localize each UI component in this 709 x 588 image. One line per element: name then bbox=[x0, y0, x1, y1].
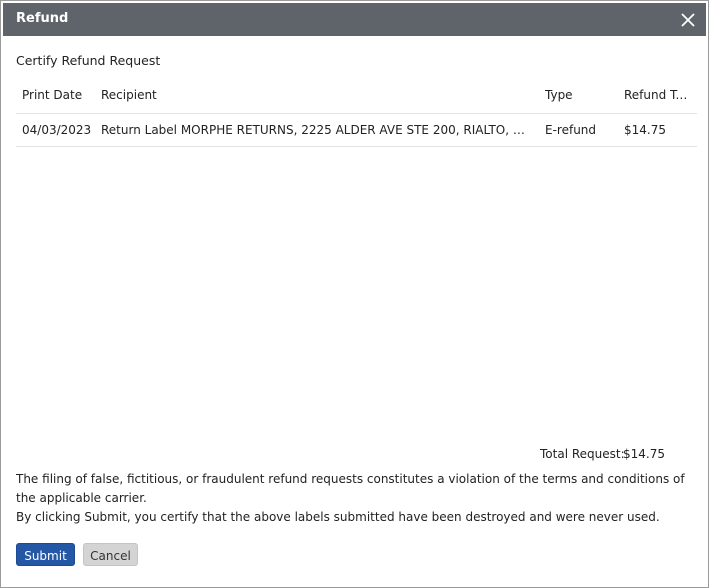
notice-line-certify: By clicking Submit, you certify that the… bbox=[16, 510, 660, 524]
total-request-label: Total Request: bbox=[540, 447, 625, 461]
cancel-button[interactable]: Cancel bbox=[83, 543, 138, 566]
total-request-value: $14.75 bbox=[623, 447, 665, 461]
dialog-titlebar: Refund bbox=[3, 3, 706, 36]
table-row[interactable]: 04/03/2023 Return Label MORPHE RETURNS, … bbox=[16, 114, 697, 147]
column-header-refund-total[interactable]: Refund To... bbox=[624, 81, 692, 110]
column-header-print-date[interactable]: Print Date bbox=[22, 81, 96, 110]
refund-dialog: Refund Certify Refund Request Print Date… bbox=[0, 0, 709, 588]
notice-line-fraud: The filing of false, fictitious, or frau… bbox=[16, 472, 685, 505]
column-header-type[interactable]: Type bbox=[545, 81, 615, 110]
close-icon bbox=[681, 13, 695, 27]
submit-button[interactable]: Submit bbox=[16, 543, 75, 566]
cell-refund-total: $14.75 bbox=[624, 123, 666, 137]
refund-table: Print Date Recipient Type Refund To... 0… bbox=[16, 81, 697, 147]
certification-notice: The filing of false, fictitious, or frau… bbox=[16, 470, 696, 527]
section-title: Certify Refund Request bbox=[16, 53, 161, 68]
column-header-recipient[interactable]: Recipient bbox=[101, 81, 533, 110]
table-header: Print Date Recipient Type Refund To... bbox=[16, 81, 697, 114]
dialog-title: Refund bbox=[16, 11, 69, 26]
cell-type: E-refund bbox=[545, 123, 597, 137]
cell-print-date: 04/03/2023 bbox=[22, 123, 92, 137]
close-button[interactable] bbox=[677, 9, 699, 31]
cell-recipient: Return Label MORPHE RETURNS, 2225 ALDER … bbox=[101, 123, 533, 137]
